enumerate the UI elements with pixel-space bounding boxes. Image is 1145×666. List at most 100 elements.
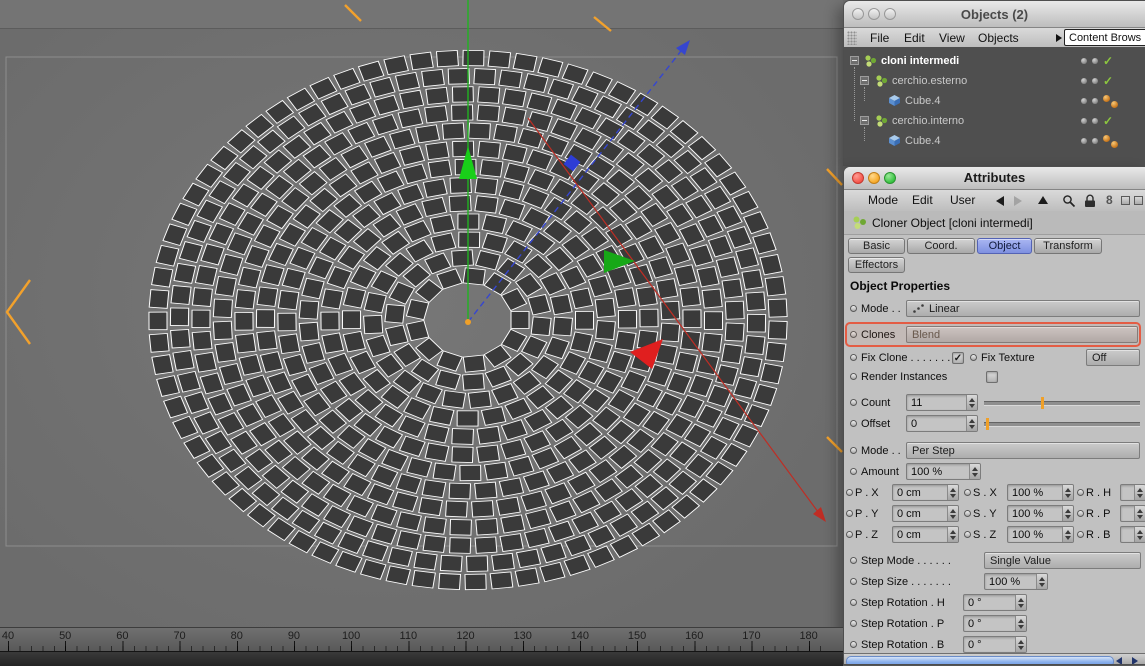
tab-object[interactable]: Object	[977, 238, 1032, 254]
r-stepper[interactable]	[1134, 506, 1145, 521]
step-rotation-stepper[interactable]	[1015, 616, 1026, 631]
s-field[interactable]: 100 %	[1007, 505, 1074, 522]
anim-dot[interactable]	[970, 354, 977, 361]
enabled-check-icon[interactable]: ✓	[1103, 114, 1113, 128]
fix-texture-dropdown[interactable]: Off	[1086, 349, 1140, 366]
offset-slider[interactable]	[984, 418, 1140, 430]
object-label[interactable]: cerchio.esterno	[892, 75, 967, 87]
anim-dot[interactable]	[850, 399, 857, 406]
amount-stepper[interactable]	[969, 464, 980, 479]
menu-overflow-arrow-icon[interactable]	[1056, 34, 1062, 42]
r-field[interactable]	[1120, 505, 1145, 522]
editor-visibility-dot[interactable]	[1081, 98, 1087, 104]
s-field[interactable]: 100 %	[1007, 526, 1074, 543]
object-label[interactable]: Cube.4	[905, 95, 940, 107]
tab-basic[interactable]: Basic	[848, 238, 905, 254]
scrollbar-thumb[interactable]	[846, 656, 1114, 664]
step-size-stepper[interactable]	[1036, 574, 1047, 589]
anim-dot[interactable]	[1077, 531, 1084, 538]
render-instances-checkbox[interactable]	[986, 371, 998, 383]
p-field[interactable]: 0 cm	[892, 505, 959, 522]
anim-dot[interactable]	[846, 531, 853, 538]
step-mode-dropdown[interactable]: Single Value	[984, 552, 1141, 569]
tree-row[interactable]: cloni intermedi ✓	[844, 51, 1145, 71]
anim-dot[interactable]	[850, 305, 857, 312]
transform-mode-dropdown[interactable]: Per Step	[906, 442, 1140, 459]
object-origin-dot[interactable]	[465, 319, 471, 325]
new-panel-icon[interactable]	[1121, 196, 1130, 205]
object-label[interactable]: cerchio.interno	[892, 115, 964, 127]
anim-dot[interactable]	[850, 557, 857, 564]
scroll-left-icon[interactable]	[1116, 657, 1122, 664]
step-rotation-field[interactable]: 0 °	[963, 636, 1027, 653]
scroll-right-icon[interactable]	[1132, 657, 1138, 664]
expand-panel-icon[interactable]	[1134, 196, 1143, 205]
p-stepper[interactable]	[947, 485, 958, 500]
object-tree[interactable]: cloni intermedi ✓ cerchio.esterno ✓ Cube…	[844, 47, 1145, 165]
count-stepper[interactable]	[966, 395, 977, 410]
r-stepper[interactable]	[1134, 485, 1145, 500]
tab-effectors[interactable]: Effectors	[848, 257, 905, 273]
collapse-toggle-icon[interactable]	[860, 116, 869, 125]
anim-dot[interactable]	[964, 531, 971, 538]
editor-visibility-dot[interactable]	[1081, 78, 1087, 84]
enabled-check-icon[interactable]: ✓	[1103, 54, 1113, 68]
attributes-menubar[interactable]: Mode Edit User 8	[844, 190, 1145, 213]
step-rotation-field[interactable]: 0 °	[963, 615, 1027, 632]
s-stepper[interactable]	[1062, 485, 1073, 500]
p-stepper[interactable]	[947, 506, 958, 521]
r-field[interactable]	[1120, 526, 1145, 543]
r-field[interactable]	[1120, 484, 1145, 501]
x-axis-arrowhead[interactable]	[813, 507, 826, 522]
z-axis-arrowhead[interactable]	[676, 40, 690, 55]
tag-dot[interactable]	[1111, 141, 1118, 148]
menu-edit[interactable]: Edit	[912, 193, 933, 207]
drag-grip-icon[interactable]	[847, 31, 857, 45]
anim-dot[interactable]	[846, 489, 853, 496]
anim-dot[interactable]	[850, 420, 857, 427]
tab-coord[interactable]: Coord.	[907, 238, 975, 254]
objects-window[interactable]: Objects (2) File Edit View Objects Conte…	[843, 0, 1145, 166]
p-field[interactable]: 0 cm	[892, 526, 959, 543]
viewport-canvas[interactable]	[0, 0, 843, 665]
menu-edit[interactable]: Edit	[904, 31, 925, 45]
anim-dot[interactable]	[850, 620, 857, 627]
menu-file[interactable]: File	[870, 31, 889, 45]
anim-dot[interactable]	[850, 641, 857, 648]
objects-menubar[interactable]: File Edit View Objects Content Brows	[844, 28, 1145, 49]
collapse-toggle-icon[interactable]	[850, 56, 859, 65]
tab-transform[interactable]: Transform	[1034, 238, 1102, 254]
step-size-field[interactable]: 100 %	[984, 573, 1048, 590]
collapse-toggle-icon[interactable]	[860, 76, 869, 85]
history-back-icon[interactable]	[996, 196, 1004, 206]
timeline-ruler[interactable]: 40 50 60 70 80 90 100 110 120 130 140 15…	[0, 627, 843, 652]
anim-dot[interactable]	[964, 510, 971, 517]
s-stepper[interactable]	[1062, 527, 1073, 542]
count-slider[interactable]	[984, 397, 1140, 409]
tree-row[interactable]: cerchio.esterno ✓	[844, 71, 1145, 91]
content-browser-button[interactable]: Content Brows	[1064, 29, 1145, 46]
anim-dot[interactable]	[850, 578, 857, 585]
tree-row[interactable]: Cube.4	[844, 131, 1145, 151]
anim-dot[interactable]	[850, 354, 857, 361]
tree-row[interactable]: Cube.4	[844, 91, 1145, 111]
link-icon[interactable]: 8	[1106, 193, 1113, 207]
step-rotation-field[interactable]: 0 °	[963, 594, 1027, 611]
anim-dot[interactable]	[850, 373, 857, 380]
object-label[interactable]: Cube.4	[905, 135, 940, 147]
anim-dot[interactable]	[1077, 510, 1084, 517]
tag-dot[interactable]	[1103, 135, 1110, 142]
step-rotation-stepper[interactable]	[1015, 595, 1026, 610]
enabled-check-icon[interactable]: ✓	[1103, 74, 1113, 88]
offset-field[interactable]: 0	[906, 415, 978, 432]
history-forward-icon[interactable]	[1014, 196, 1022, 206]
tag-dot[interactable]	[1111, 101, 1118, 108]
objects-titlebar[interactable]: Objects (2)	[844, 1, 1145, 28]
step-rotation-stepper[interactable]	[1015, 637, 1026, 652]
anim-dot[interactable]	[964, 489, 971, 496]
render-visibility-dot[interactable]	[1092, 78, 1098, 84]
p-stepper[interactable]	[947, 527, 958, 542]
count-slider-handle[interactable]	[1041, 397, 1044, 409]
anim-dot[interactable]	[850, 468, 857, 475]
offset-stepper[interactable]	[966, 416, 977, 431]
